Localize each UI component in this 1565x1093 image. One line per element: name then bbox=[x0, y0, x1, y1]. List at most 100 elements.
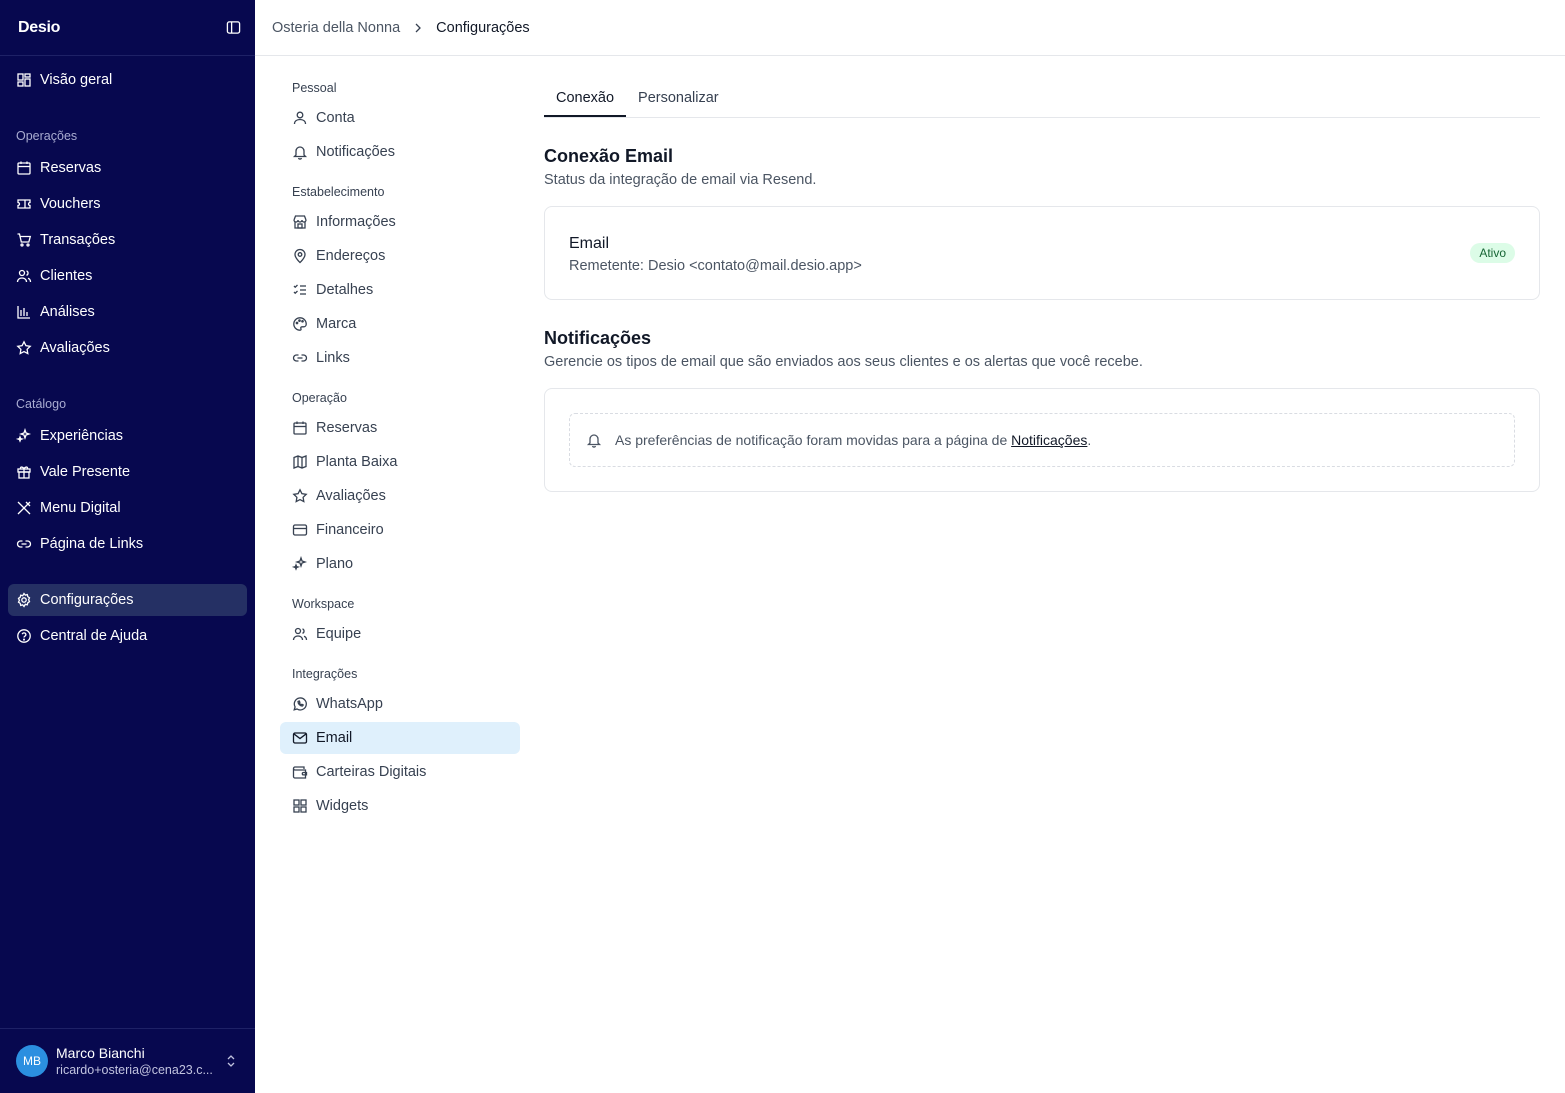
dashboard-icon bbox=[17, 73, 31, 87]
mail-icon bbox=[292, 732, 308, 744]
subnav-item-informacoes[interactable]: Informações bbox=[280, 206, 520, 238]
connection-description: Status da integração de email via Resend… bbox=[544, 172, 817, 188]
subnav-label: Plano bbox=[316, 556, 354, 572]
subnav-item-conta[interactable]: Conta bbox=[280, 102, 520, 134]
nav-item-menu-digital[interactable]: Menu Digital bbox=[8, 492, 247, 524]
notifications-card: As preferências de notificação foram mov… bbox=[544, 388, 1540, 492]
subnav-label: Conta bbox=[316, 110, 355, 126]
subnav-item-widgets[interactable]: Widgets bbox=[280, 790, 520, 822]
avatar: MB bbox=[16, 1045, 48, 1077]
gear-icon bbox=[17, 592, 31, 608]
subnav-label: Marca bbox=[316, 316, 357, 332]
nav-item-central-ajuda[interactable]: Central de Ajuda bbox=[8, 620, 247, 652]
list-checks-icon bbox=[293, 284, 306, 295]
nav-label: Avaliações bbox=[40, 340, 110, 356]
bell-icon bbox=[292, 146, 308, 160]
calendar-icon bbox=[293, 421, 307, 435]
nav-item-configuracoes[interactable]: Configurações bbox=[8, 584, 247, 616]
bar-chart-icon bbox=[17, 306, 30, 319]
nav-item-reservas[interactable]: Reservas bbox=[8, 152, 247, 184]
nav-item-experiencias[interactable]: Experiências bbox=[8, 420, 247, 452]
subnav-item-carteiras-digitais[interactable]: Carteiras Digitais bbox=[280, 756, 520, 788]
users-icon bbox=[292, 627, 308, 641]
subnav-item-planta-baixa[interactable]: Planta Baixa bbox=[280, 446, 520, 478]
store-icon bbox=[293, 215, 307, 229]
subnav-label: Avaliações bbox=[316, 488, 386, 504]
subnav-item-email[interactable]: Email bbox=[280, 722, 520, 754]
subnav-label: Email bbox=[316, 730, 353, 746]
nav-item-pagina-links[interactable]: Página de Links bbox=[8, 528, 247, 560]
subnav-label: Informações bbox=[316, 214, 396, 230]
email-sender: Remetente: Desio <contato@mail.desio.app… bbox=[569, 258, 862, 274]
breadcrumb-current: Configurações bbox=[436, 19, 530, 36]
subnav-section-personal: Pessoal bbox=[292, 81, 337, 95]
subnav-label: Carteiras Digitais bbox=[316, 764, 427, 780]
whatsapp-icon bbox=[293, 697, 307, 711]
calendar-icon bbox=[17, 161, 31, 175]
nav-item-clientes[interactable]: Clientes bbox=[8, 260, 247, 292]
subnav-label: Endereços bbox=[316, 248, 386, 264]
section-operations: Operações bbox=[16, 129, 78, 143]
sparkles-icon bbox=[292, 556, 308, 571]
subnav-item-whatsapp[interactable]: WhatsApp bbox=[280, 688, 520, 720]
subnav-item-avaliacoes[interactable]: Avaliações bbox=[280, 480, 520, 512]
nav-item-vale-presente[interactable]: Vale Presente bbox=[8, 456, 247, 488]
subnav-label: Reservas bbox=[316, 420, 378, 436]
star-icon bbox=[16, 340, 32, 355]
subnav-label: Financeiro bbox=[316, 522, 384, 538]
notice-end: . bbox=[1087, 432, 1092, 448]
tab-conexao[interactable]: Conexão bbox=[544, 80, 627, 117]
nav-label: Visão geral bbox=[40, 72, 113, 88]
user-name: Marco Bianchi bbox=[56, 1045, 145, 1061]
map-icon bbox=[293, 455, 307, 469]
notice-box: As preferências de notificação foram mov… bbox=[569, 413, 1515, 467]
subnav-label: Detalhes bbox=[316, 282, 374, 298]
nav-label: Clientes bbox=[40, 268, 93, 284]
nav-label: Central de Ajuda bbox=[40, 628, 148, 644]
nav-item-overview[interactable]: Visão geral bbox=[8, 64, 247, 96]
subnav-item-links[interactable]: Links bbox=[280, 342, 520, 374]
nav-item-analises[interactable]: Análises bbox=[8, 296, 247, 328]
subnav-item-notificacoes[interactable]: Notificações bbox=[280, 136, 520, 168]
nav-item-vouchers[interactable]: Vouchers bbox=[8, 188, 247, 220]
sidebar-toggle-icon[interactable] bbox=[225, 20, 241, 36]
subnav-item-enderecos[interactable]: Endereços bbox=[280, 240, 520, 272]
chevron-right-icon bbox=[414, 23, 422, 33]
subnav-section-operation: Operação bbox=[292, 391, 347, 405]
tab-personalizar[interactable]: Personalizar bbox=[626, 80, 731, 116]
sparkles-icon bbox=[16, 428, 32, 443]
notice-text: As preferências de notificação foram mov… bbox=[615, 432, 1012, 448]
logo[interactable]: Desio bbox=[18, 19, 60, 37]
nav-label: Menu Digital bbox=[40, 500, 121, 516]
subnav-item-marca[interactable]: Marca bbox=[280, 308, 520, 340]
utensils-icon bbox=[17, 501, 31, 515]
subnav-item-plano[interactable]: Plano bbox=[280, 548, 520, 580]
subnav-section-workspace: Workspace bbox=[292, 597, 355, 611]
breadcrumb-parent[interactable]: Osteria della Nonna bbox=[272, 20, 400, 36]
user-menu[interactable]: MB Marco Bianchi ricardo+osteria@cena23.… bbox=[0, 1028, 255, 1093]
cart-icon bbox=[17, 233, 32, 247]
chevrons-up-down-icon bbox=[225, 1053, 237, 1074]
sidebar-header: Desio bbox=[0, 0, 255, 56]
link-icon bbox=[16, 540, 32, 548]
nav-item-avaliacoes[interactable]: Avaliações bbox=[8, 332, 247, 364]
subnav-item-detalhes[interactable]: Detalhes bbox=[280, 274, 520, 306]
map-pin-icon bbox=[294, 248, 306, 264]
tab-bar: Conexão Personalizar bbox=[544, 80, 1540, 118]
subnav-item-financeiro[interactable]: Financeiro bbox=[280, 514, 520, 546]
notifications-link[interactable]: Notificações bbox=[1011, 432, 1087, 448]
connection-title: Conexão Email bbox=[544, 146, 674, 166]
nav-label: Experiências bbox=[40, 428, 124, 444]
nav-label: Análises bbox=[40, 304, 95, 320]
wallet-icon bbox=[292, 766, 308, 779]
subnav-label: Planta Baixa bbox=[316, 454, 398, 470]
section-catalog: Catálogo bbox=[16, 397, 67, 411]
subnav-item-equipe[interactable]: Equipe bbox=[280, 618, 520, 650]
grid-icon bbox=[293, 799, 307, 813]
subnav-label: Notificações bbox=[316, 144, 395, 160]
subnav-section-establishment: Estabelecimento bbox=[292, 185, 385, 199]
nav-label: Página de Links bbox=[40, 536, 144, 552]
subnav-item-reservas[interactable]: Reservas bbox=[280, 412, 520, 444]
nav-label: Configurações bbox=[40, 592, 134, 608]
nav-item-transacoes[interactable]: Transações bbox=[8, 224, 247, 256]
